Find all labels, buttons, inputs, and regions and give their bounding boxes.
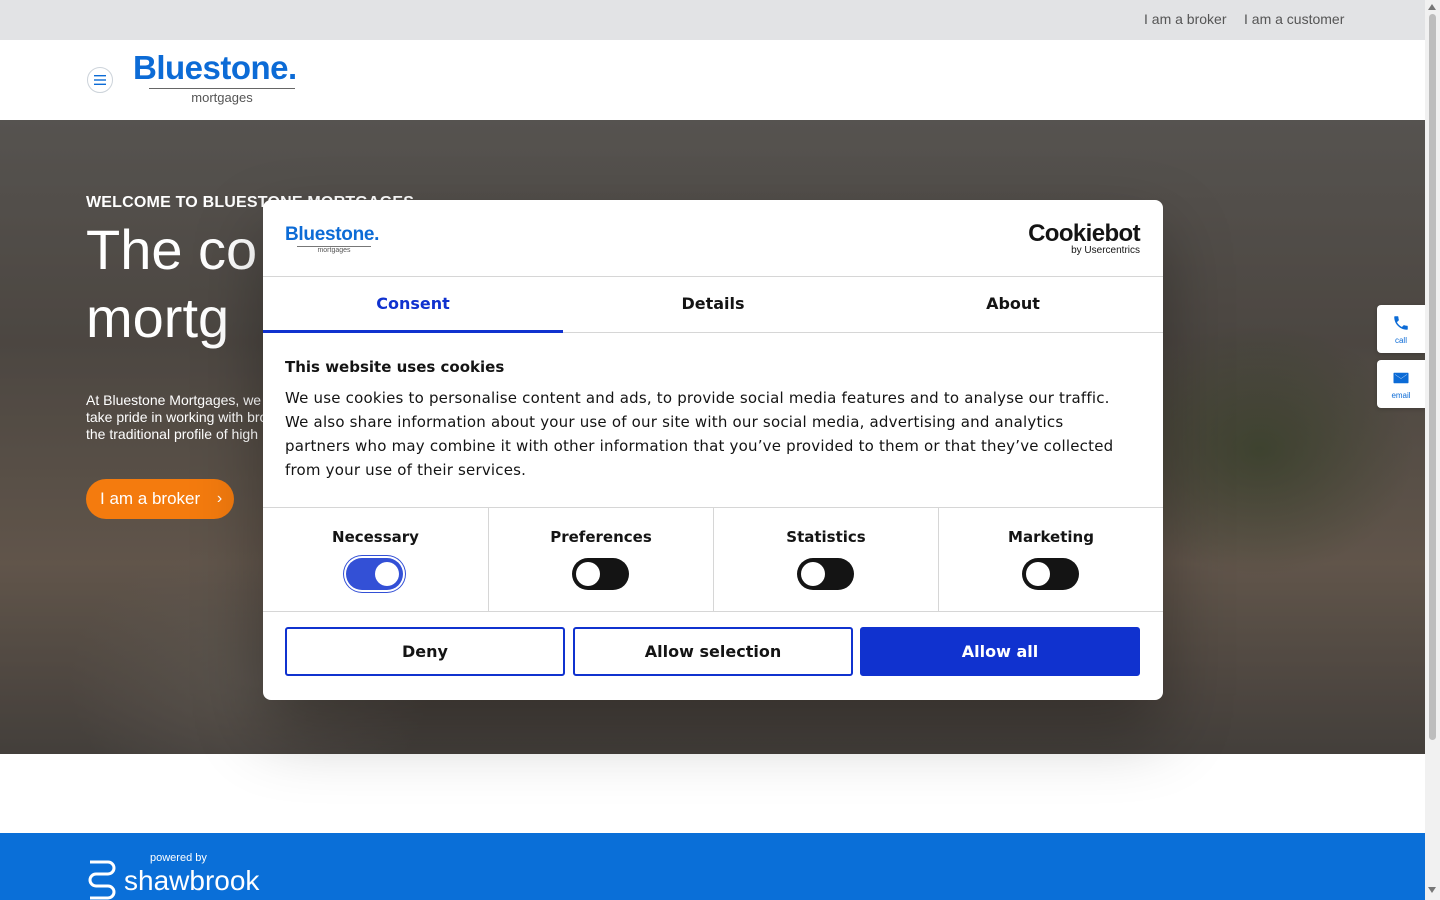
scroll-up-arrow-icon[interactable] [1428, 4, 1436, 10]
dialog-header: Bluestone. mortgages Cookiebot by Userce… [263, 200, 1163, 277]
necessary-toggle[interactable] [346, 558, 403, 590]
dialog-tabs: Consent Details About [263, 278, 1163, 333]
preferences-toggle[interactable] [572, 558, 629, 590]
category-preferences: Preferences [488, 508, 713, 612]
dialog-description: We use cookies to personalise content an… [285, 389, 1114, 479]
deny-button[interactable]: Deny [285, 627, 565, 676]
cookie-consent-dialog: Bluestone. mortgages Cookiebot by Userce… [263, 200, 1163, 700]
allow-all-button[interactable]: Allow all [860, 627, 1140, 676]
dialog-body: This website uses cookies We use cookies… [285, 358, 1125, 482]
tab-details[interactable]: Details [563, 278, 863, 333]
dialog-heading: This website uses cookies [285, 358, 505, 376]
category-label: Statistics [786, 528, 866, 546]
dialog-bluestone-logo: Bluestone. mortgages [285, 224, 380, 254]
dialog-logo-subtitle: mortgages [297, 246, 371, 254]
tab-about[interactable]: About [863, 278, 1163, 333]
marketing-toggle[interactable] [1022, 558, 1079, 590]
dialog-logo-word: Bluestone. [285, 224, 380, 245]
cookiebot-wordmark: Cookiebot [1028, 220, 1141, 247]
page-scrollbar[interactable] [1425, 0, 1440, 900]
category-label: Preferences [550, 528, 652, 546]
scroll-down-arrow-icon[interactable] [1428, 887, 1436, 893]
category-label: Necessary [332, 528, 419, 546]
cookiebot-logo[interactable]: Cookiebot by Usercentrics [1028, 220, 1141, 257]
category-marketing: Marketing [938, 508, 1163, 612]
cookie-category-toggles: Necessary Preferences Statistics Marketi… [263, 507, 1163, 612]
category-necessary: Necessary [263, 508, 488, 612]
category-statistics: Statistics [713, 508, 938, 612]
category-label: Marketing [1008, 528, 1094, 546]
tab-consent[interactable]: Consent [263, 278, 563, 333]
scrollbar-thumb[interactable] [1429, 14, 1436, 740]
allow-selection-button[interactable]: Allow selection [573, 627, 853, 676]
statistics-toggle[interactable] [797, 558, 854, 590]
